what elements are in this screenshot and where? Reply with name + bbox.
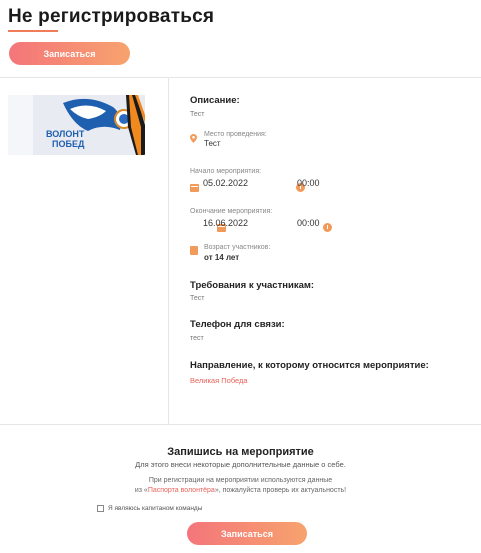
note-prefix: из « bbox=[134, 487, 148, 494]
location-label: Место проведения: bbox=[204, 131, 267, 138]
requirements-label: Требования к участникам: bbox=[190, 280, 315, 291]
logo-text-line1: ВОЛОНТ bbox=[46, 129, 85, 139]
title-underline bbox=[8, 30, 58, 32]
direction-label: Направление, к которому относится меропр… bbox=[190, 360, 429, 371]
description-value: Тест bbox=[190, 111, 205, 118]
register-button-top[interactable]: Записаться bbox=[9, 42, 130, 65]
age-value: от 14 лет bbox=[204, 253, 240, 262]
start-date: 05.02.2022 bbox=[203, 178, 249, 188]
location-value: Тест bbox=[204, 139, 221, 148]
divider-top bbox=[0, 77, 481, 78]
divider-bottom bbox=[0, 424, 481, 425]
signup-title: Запишись на мероприятие bbox=[167, 446, 314, 458]
start-label: Начало мероприятия: bbox=[190, 168, 262, 175]
phone-label: Телефон для связи: bbox=[190, 319, 285, 330]
start-time: 00:00 bbox=[297, 178, 320, 188]
phone-value: тест bbox=[190, 335, 204, 342]
age-icon bbox=[190, 246, 198, 255]
end-time: 00:00 bbox=[297, 218, 320, 228]
end-label: Окончание мероприятия: bbox=[190, 208, 273, 215]
direction-link[interactable]: Великая Победа bbox=[190, 376, 248, 385]
clock-icon bbox=[323, 223, 333, 233]
page-title: Не регистрироваться bbox=[8, 6, 215, 27]
note-suffix: », пожалуйста проверь их актуальность! bbox=[214, 487, 347, 494]
calendar-icon bbox=[190, 183, 199, 192]
captain-checkbox[interactable] bbox=[97, 505, 104, 512]
signup-subtitle: Для этого внеси некоторые дополнительные… bbox=[135, 460, 346, 469]
location-pin-icon bbox=[190, 130, 197, 148]
signup-note-line1: При регистрации на мероприятии использую… bbox=[148, 477, 333, 484]
event-image: ВОЛОНТ ПОБЕД bbox=[8, 95, 145, 155]
end-date: 16.06.2022 bbox=[203, 218, 249, 228]
age-label: Возраст участников: bbox=[204, 244, 271, 251]
signup-note-line2: из «Паспорта волонтёра», пожалуйста пров… bbox=[0, 487, 481, 494]
register-button-bottom[interactable]: Записаться bbox=[187, 522, 307, 545]
logo-text-line2: ПОБЕД bbox=[52, 139, 85, 149]
volunteer-passport-link[interactable]: Паспорта волонтёра bbox=[148, 487, 215, 494]
description-label: Описание: bbox=[190, 95, 240, 106]
captain-label: Я являюсь капитаном команды bbox=[108, 505, 203, 512]
requirements-value: Тест bbox=[190, 295, 205, 302]
captain-checkbox-row[interactable]: Я являюсь капитаном команды bbox=[97, 505, 202, 512]
divider-vertical bbox=[168, 78, 169, 424]
